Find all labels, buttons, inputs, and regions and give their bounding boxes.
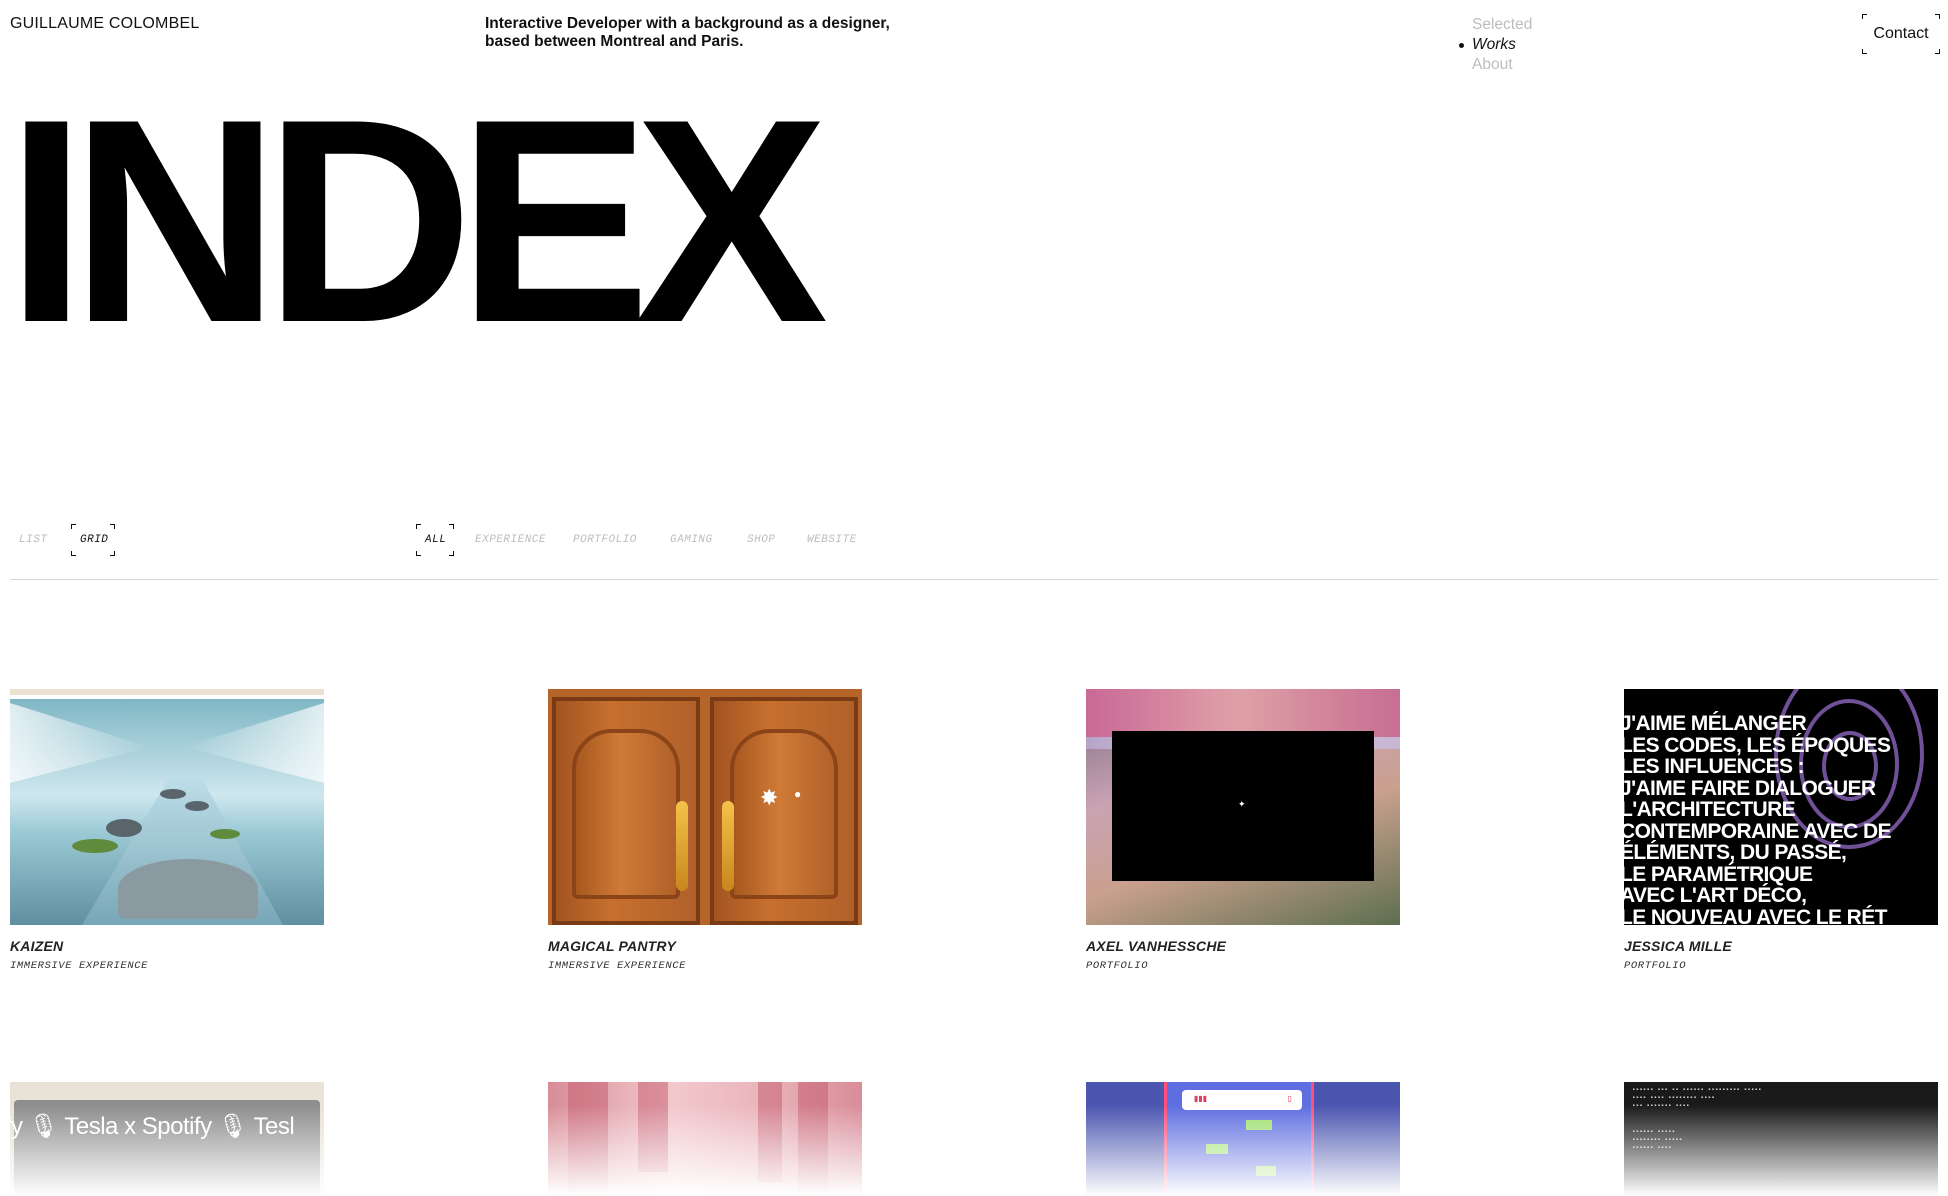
filter-bar: LIST GRID ALL EXPERIENCE PORTFOLIO GAMIN… bbox=[10, 524, 1938, 580]
project-thumbnail bbox=[548, 1082, 862, 1196]
thumbnail-text: ify 🎙 Tesla x Spotify 🎙 Tesl bbox=[10, 1113, 295, 1140]
project-card-4[interactable]: ▪▪▪▪▪▪ ▪▪▪ ▪▪ ▪▪▪▪▪▪ ▪▪▪▪▪▪▪▪▪ ▪▪▪▪▪ ▪▪▪… bbox=[1624, 1082, 1938, 1196]
project-thumbnail: ▮▮▮ ▯ bbox=[1086, 1082, 1400, 1196]
project-category: IMMERSIVE EXPERIENCE bbox=[10, 960, 149, 972]
project-category: PORTFOLIO bbox=[1624, 960, 1687, 972]
project-card-kaizen[interactable]: KAIZEN IMMERSIVE EXPERIENCE bbox=[10, 689, 324, 972]
nav-item-about[interactable]: About bbox=[1472, 55, 1532, 75]
tagline: Interactive Developer with a background … bbox=[485, 15, 945, 51]
project-card-jessica-mille[interactable]: J'AIME MÉLANGER LES CODES, LES ÉPOQUES L… bbox=[1624, 689, 1938, 972]
project-thumbnail: ▪▪▪▪▪▪ ▪▪▪ ▪▪ ▪▪▪▪▪▪ ▪▪▪▪▪▪▪▪▪ ▪▪▪▪▪ ▪▪▪… bbox=[1624, 1082, 1938, 1196]
tagline-line-2: based between Montreal and Paris. bbox=[485, 33, 744, 50]
brand-name-link[interactable]: GUILLAUME COLOMBEL bbox=[10, 15, 199, 33]
project-card-axel-vanhessche[interactable]: ✦ AXEL VANHESSCHE PORTFOLIO bbox=[1086, 689, 1400, 972]
view-list-toggle[interactable]: LIST bbox=[10, 524, 56, 556]
filter-website[interactable]: WEBSITE bbox=[798, 524, 866, 556]
project-title: KAIZEN bbox=[10, 938, 64, 954]
project-card-3[interactable]: ▮▮▮ ▯ bbox=[1086, 1082, 1400, 1196]
main-nav: Selected Works About bbox=[1458, 15, 1532, 75]
project-category: IMMERSIVE EXPERIENCE bbox=[548, 960, 687, 972]
nav-item-selected[interactable]: Selected bbox=[1472, 15, 1532, 35]
project-category: PORTFOLIO bbox=[1086, 960, 1149, 972]
nav-item-works[interactable]: Works bbox=[1458, 35, 1532, 55]
filter-all[interactable]: ALL bbox=[416, 524, 454, 556]
filter-shop[interactable]: SHOP bbox=[738, 524, 784, 556]
filter-experience[interactable]: EXPERIENCE bbox=[466, 524, 555, 556]
project-thumbnail: ✦ bbox=[1086, 689, 1400, 925]
view-grid-toggle[interactable]: GRID bbox=[71, 524, 115, 556]
page-title: INDEX bbox=[6, 59, 828, 383]
project-thumbnail bbox=[10, 689, 324, 925]
project-card-2[interactable] bbox=[548, 1082, 862, 1196]
contact-button[interactable]: Contact bbox=[1862, 14, 1940, 54]
filter-gaming[interactable]: GAMING bbox=[661, 524, 722, 556]
project-title: JESSICA MILLE bbox=[1624, 938, 1732, 954]
project-title: AXEL VANHESSCHE bbox=[1086, 938, 1227, 954]
tagline-line-1: Interactive Developer with a background … bbox=[485, 15, 890, 32]
project-card-magical-pantry[interactable]: ✸ ● MAGICAL PANTRY IMMERSIVE EXPERIENCE bbox=[548, 689, 862, 972]
thumbnail-text: J'AIME MÉLANGER LES CODES, LES ÉPOQUES L… bbox=[1624, 712, 1892, 925]
filter-portfolio[interactable]: PORTFOLIO bbox=[564, 524, 646, 556]
project-thumbnail: ✸ ● bbox=[548, 689, 862, 925]
project-card-tesla-spotify[interactable]: ify 🎙 Tesla x Spotify 🎙 Tesl bbox=[10, 1082, 324, 1196]
page: GUILLAUME COLOMBEL Interactive Developer… bbox=[0, 0, 1948, 1196]
project-title: MAGICAL PANTRY bbox=[548, 938, 677, 954]
project-thumbnail: ify 🎙 Tesla x Spotify 🎙 Tesl bbox=[10, 1082, 324, 1196]
project-thumbnail: J'AIME MÉLANGER LES CODES, LES ÉPOQUES L… bbox=[1624, 689, 1938, 925]
